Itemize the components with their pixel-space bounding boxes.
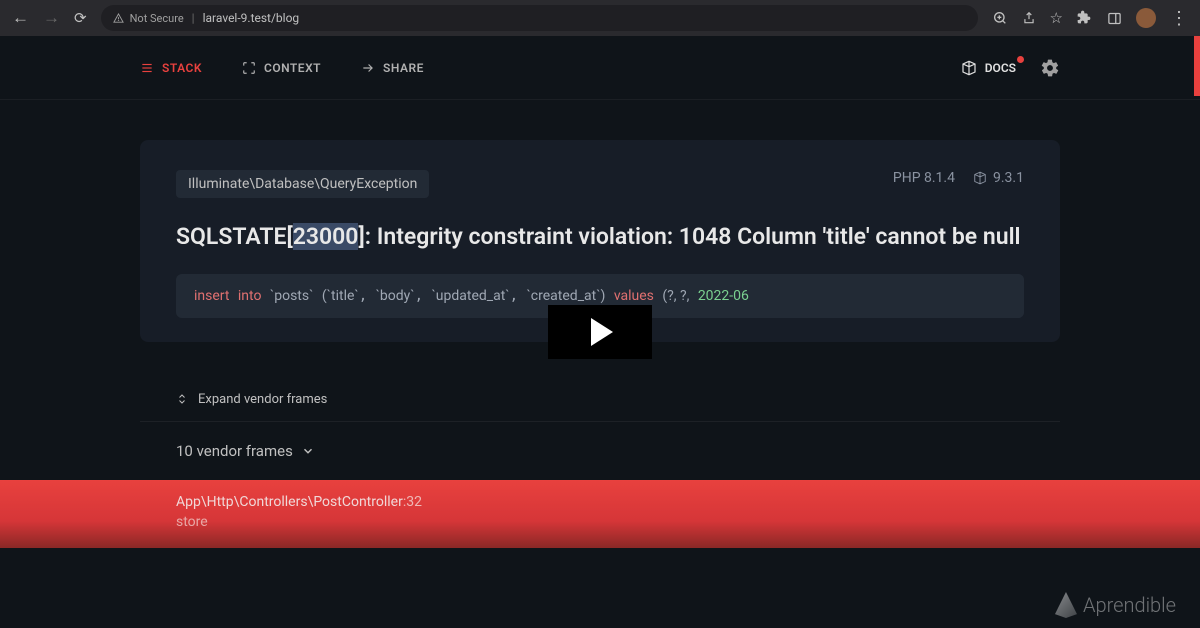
forward-button[interactable]: →	[43, 8, 60, 28]
profile-avatar[interactable]	[1136, 8, 1156, 28]
nav-tabs-right: DOCS	[961, 58, 1060, 78]
not-secure-label: Not Secure	[130, 12, 184, 25]
frame-path: App\Http\Controllers\PostController:32	[176, 494, 1024, 510]
watermark: Aprendible	[1055, 592, 1176, 618]
tab-share-label: SHARE	[383, 61, 424, 75]
reload-button[interactable]: ⟳	[74, 9, 87, 27]
tab-context[interactable]: CONTEXT	[242, 61, 321, 75]
expand-vendor-frames[interactable]: Expand vendor frames	[140, 378, 1060, 421]
nav-tabs-left: STACK CONTEXT SHARE	[140, 61, 424, 75]
chrome-actions: ☆ ⋮	[992, 8, 1188, 29]
page-body: STACK CONTEXT SHARE DOCS Illuminate\Dat	[0, 36, 1200, 628]
zoom-icon[interactable]	[992, 10, 1008, 26]
stack-frames: Expand vendor frames 10 vendor frames Ap…	[140, 378, 1060, 548]
menu-icon[interactable]: ⋮	[1170, 8, 1188, 29]
settings-icon[interactable]	[1040, 58, 1060, 78]
version-info: PHP 8.1.4 9.3.1	[893, 170, 1024, 186]
extensions-icon[interactable]	[1077, 10, 1093, 26]
back-button[interactable]: ←	[12, 8, 29, 28]
sqlstate-code: 23000	[293, 223, 359, 250]
tab-stack[interactable]: STACK	[140, 61, 202, 75]
notification-dot	[1017, 56, 1024, 63]
laravel-version: 9.3.1	[973, 170, 1024, 186]
php-version: PHP 8.1.4	[893, 170, 955, 186]
tab-share[interactable]: SHARE	[361, 61, 424, 75]
scrollbar[interactable]	[1194, 36, 1200, 96]
watermark-text: Aprendible	[1083, 593, 1176, 617]
vendor-count-label: 10 vendor frames	[176, 442, 293, 460]
error-title: SQLSTATE[23000]: Integrity constraint vi…	[176, 222, 1024, 252]
url-divider: |	[192, 11, 195, 25]
exception-class: Illuminate\Database\QueryException	[176, 170, 429, 198]
tab-context-label: CONTEXT	[264, 61, 321, 75]
active-stack-frame[interactable]: App\Http\Controllers\PostController:32 s…	[0, 480, 1200, 548]
docs-button[interactable]: DOCS	[961, 60, 1016, 76]
star-icon[interactable]: ☆	[1050, 9, 1063, 27]
browser-chrome: ← → ⟳ Not Secure | laravel-9.test/blog ☆…	[0, 0, 1200, 36]
url-bar[interactable]: Not Secure | laravel-9.test/blog	[101, 5, 978, 31]
vendor-frames-toggle[interactable]: 10 vendor frames	[140, 421, 1060, 480]
ignition-nav: STACK CONTEXT SHARE DOCS	[0, 36, 1200, 100]
docs-label: DOCS	[985, 61, 1016, 75]
panel-icon[interactable]	[1107, 11, 1122, 26]
share-icon[interactable]	[1022, 11, 1036, 25]
play-icon	[591, 318, 613, 346]
fade-overlay	[964, 274, 1024, 318]
url-text: laravel-9.test/blog	[203, 11, 300, 25]
watermark-icon	[1055, 592, 1077, 618]
expand-label: Expand vendor frames	[198, 392, 327, 407]
video-play-button[interactable]	[548, 305, 652, 359]
security-indicator: Not Secure	[113, 12, 184, 25]
tab-stack-label: STACK	[162, 61, 202, 75]
frame-method: store	[176, 514, 1024, 530]
